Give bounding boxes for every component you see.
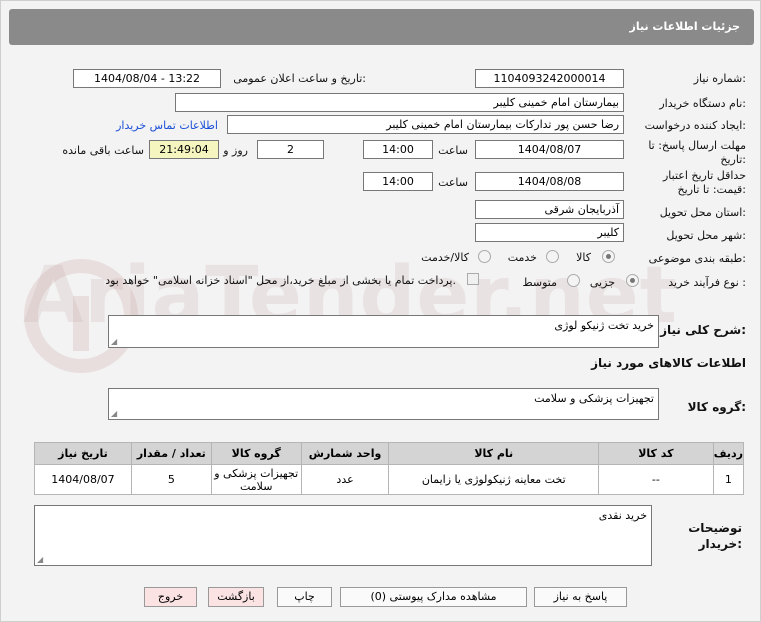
category-option-goods-service: کالا/خدمت [421, 251, 469, 264]
purchase-type-option-minor: جزیی [589, 276, 615, 289]
need-number-label: شماره نیاز: [693, 72, 746, 85]
col-row-number: ردیف [712, 442, 745, 465]
purchase-type-radio-medium[interactable] [567, 274, 580, 287]
remaining-time-label: ساعت باقی مانده [62, 144, 144, 157]
title-bar: جزئیات اطلاعات نیاز [9, 9, 754, 45]
buyer-notes-text: خرید نقدی [598, 509, 647, 522]
goods-group-field[interactable]: تجهیزات پزشکی و سلامت ◢ [108, 388, 659, 420]
col-quantity: تعداد / مقدار [130, 442, 212, 465]
category-radio-service[interactable] [546, 250, 559, 263]
purchase-type-option-medium: متوسط [522, 276, 557, 289]
announce-datetime-field: 1404/08/04 - 13:22 [73, 69, 221, 88]
category-label: طبقه بندی موضوعی: [648, 252, 746, 265]
cell-row-number: 1 [712, 464, 745, 495]
cell-need-date: 1404/08/07 [34, 464, 132, 495]
announce-datetime-label: تاریخ و ساعت اعلان عمومی: [233, 72, 366, 85]
requester-label: ایجاد کننده درخواست: [644, 119, 746, 132]
price-validity-label-1: حداقل تاریخ اعتبار [662, 169, 746, 182]
price-validity-time-label: ساعت [438, 176, 468, 189]
category-radio-goods[interactable] [602, 250, 615, 263]
general-description-label: شرح کلی نیاز: [660, 323, 746, 337]
cell-unit: عدد [300, 464, 390, 495]
days-field: 2 [257, 140, 324, 159]
resize-grip-icon[interactable]: ◢ [111, 409, 117, 418]
reply-deadline-label-1: مهلت ارسال پاسخ: تا [648, 139, 746, 152]
cell-quantity: 5 [130, 464, 212, 495]
goods-group-text: تجهیزات پزشکی و سلامت [534, 392, 654, 405]
delivery-province-label: استان محل تحویل: [659, 206, 746, 219]
resize-grip-icon[interactable]: ◢ [37, 555, 43, 564]
exit-button[interactable]: خروج [144, 587, 197, 607]
resize-grip-icon[interactable]: ◢ [111, 337, 117, 346]
table-row[interactable]: 1404/08/07 5 تجهیزات پزشکی و سلامت عدد ت… [34, 464, 745, 495]
buyer-notes-field[interactable]: خرید نقدی ◢ [34, 505, 652, 566]
cell-goods-group: تجهیزات پزشکی و سلامت [210, 464, 302, 495]
buyer-org-field: بیمارستان امام خمینی کلیبر [175, 93, 624, 112]
view-attachments-button[interactable]: مشاهده مدارک پیوستی (0) [340, 587, 527, 607]
general-description-text: خرید تخت ژنیکو لوژی [554, 319, 654, 332]
col-goods-group: گروه کالا [210, 442, 302, 465]
price-validity-time-field: 14:00 [363, 172, 433, 191]
page-title: جزئیات اطلاعات نیاز [629, 20, 741, 33]
goods-table: تاریخ نیاز تعداد / مقدار گروه کالا واحد … [34, 442, 745, 495]
buyer-notes-label-1: توضیحات [688, 521, 742, 535]
buyer-notes-label-2: خریدار: [698, 537, 742, 551]
col-goods-code: کد کالا [598, 442, 714, 465]
days-label: روز و [223, 144, 248, 157]
cell-goods-name: تخت معاینه ژنیکولوژی یا زایمان [388, 464, 600, 495]
col-goods-name: نام کالا [388, 442, 600, 465]
delivery-city-label: شهر محل تحویل: [666, 229, 746, 242]
page-frame: AriaTender.net جزئیات اطلاعات نیاز شماره… [0, 0, 761, 622]
print-button[interactable]: چاپ [277, 587, 332, 607]
buyer-contact-link[interactable]: اطلاعات تماس خریدار [116, 119, 218, 132]
col-unit: واحد شمارش [300, 442, 390, 465]
purchase-type-label: نوع فرآیند خرید : [668, 276, 746, 289]
category-option-service: خدمت [507, 251, 537, 264]
treasury-note: پرداخت تمام یا بخشی از مبلغ خرید،از محل … [105, 274, 456, 287]
price-validity-date-field: 1404/08/08 [475, 172, 624, 191]
col-need-date: تاریخ نیاز [34, 442, 132, 465]
table-header-row: تاریخ نیاز تعداد / مقدار گروه کالا واحد … [34, 442, 745, 465]
back-button[interactable]: بازگشت [208, 587, 264, 607]
cell-goods-code: -- [598, 464, 714, 495]
reply-button[interactable]: پاسخ به نیاز [534, 587, 627, 607]
requester-field: رضا حسن پور تدارکات بیمارستان امام خمینی… [227, 115, 624, 134]
treasury-checkbox[interactable] [467, 273, 479, 285]
goods-group-label: گروه کالا: [687, 400, 746, 414]
general-description-field[interactable]: خرید تخت ژنیکو لوژی ◢ [108, 315, 659, 348]
reply-time-label: ساعت [438, 144, 468, 157]
need-number-field: 1104093242000014 [475, 69, 624, 88]
delivery-province-field: آذربایجان شرقی [475, 200, 624, 219]
category-radio-goods-service[interactable] [478, 250, 491, 263]
remaining-time-field: 21:49:04 [149, 140, 219, 159]
price-validity-label-2: قیمت: تا تاریخ: [677, 183, 746, 196]
buyer-org-label: نام دستگاه خریدار: [659, 97, 746, 110]
reply-deadline-label-2: تاریخ: [720, 153, 746, 166]
delivery-city-field: کلیبر [475, 223, 624, 242]
category-option-goods: کالا [576, 251, 591, 264]
purchase-type-radio-minor[interactable] [626, 274, 639, 287]
reply-date-field: 1404/08/07 [475, 140, 624, 159]
goods-info-heading: اطلاعات کالاهای مورد نیاز [591, 356, 746, 370]
reply-time-field: 14:00 [363, 140, 433, 159]
